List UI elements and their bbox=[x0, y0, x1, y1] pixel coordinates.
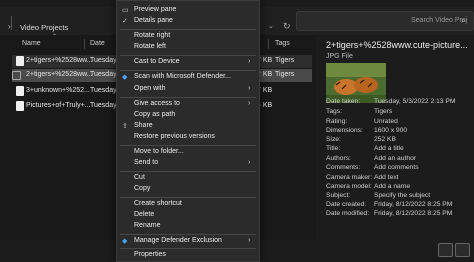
menu-item-open-with[interactable]: Open with › bbox=[117, 84, 259, 96]
property-label: Date modified: bbox=[326, 210, 370, 217]
details-view-button[interactable] bbox=[438, 243, 453, 257]
property-value[interactable]: Add text bbox=[374, 174, 399, 181]
menu-item-manage-defender[interactable]: ◆ Manage Defender Exclusion › bbox=[117, 236, 259, 248]
property-value[interactable]: Add an author bbox=[374, 155, 416, 162]
property-label: Authors: bbox=[326, 155, 351, 162]
file-name: 2+tigers+%2528ww... bbox=[26, 71, 93, 78]
property-value[interactable]: Unrated bbox=[374, 118, 398, 125]
chevron-right-icon: › bbox=[248, 159, 251, 166]
menu-item-rename[interactable]: Rename bbox=[117, 221, 259, 233]
property-value[interactable]: Tuesday, 5/3/2022 2:13 PM bbox=[374, 98, 455, 105]
checkbox[interactable] bbox=[12, 71, 21, 80]
details-file-type: JPG File bbox=[326, 53, 353, 60]
defender-shield-icon: ◆ bbox=[122, 238, 128, 245]
file-name: 2+tigers+%2528ww... bbox=[26, 57, 93, 64]
file-tags: Tigers bbox=[275, 71, 295, 78]
property-label: Date taken: bbox=[326, 98, 361, 105]
file-name: Pictures+of+Truly+... bbox=[26, 102, 91, 109]
tiles-view-button[interactable] bbox=[455, 243, 470, 257]
menu-separator bbox=[120, 29, 256, 30]
menu-separator bbox=[120, 97, 256, 98]
image-file-icon bbox=[16, 86, 24, 96]
image-file-icon bbox=[16, 56, 24, 66]
context-menu: ▭ Preview pane ✓ Details pane Rotate rig… bbox=[116, 0, 260, 262]
property-label: Rating: bbox=[326, 118, 348, 125]
details-pane: 2+tigers+%2528www.cute-picture... JPG Fi… bbox=[316, 35, 474, 260]
menu-item-scan-defender[interactable]: ◆ Scan with Microsoft Defender... bbox=[117, 72, 259, 84]
chevron-right-icon: › bbox=[248, 58, 251, 65]
menu-separator bbox=[120, 197, 256, 198]
refresh-icon[interactable]: ↻ bbox=[283, 21, 291, 32]
property-label: Date created: bbox=[326, 201, 367, 208]
checkmark-icon: ✓ bbox=[122, 18, 128, 25]
menu-separator bbox=[120, 234, 256, 235]
chevron-right-icon: › bbox=[248, 85, 251, 92]
menu-separator bbox=[120, 145, 256, 146]
column-divider[interactable] bbox=[268, 39, 269, 49]
menu-item-properties[interactable]: Properties bbox=[117, 250, 259, 262]
menu-item-restore-versions[interactable]: Restore previous versions bbox=[117, 132, 259, 144]
property-label: Title: bbox=[326, 145, 341, 152]
preview-pane-icon: ▭ bbox=[122, 7, 129, 14]
property-label: Subject: bbox=[326, 192, 351, 199]
share-icon: ⇪ bbox=[122, 123, 128, 130]
chevron-right-icon: › bbox=[248, 237, 251, 244]
file-date: Tuesday, bbox=[90, 57, 119, 64]
search-placeholder: Search Video Proj bbox=[411, 17, 468, 24]
menu-separator bbox=[120, 171, 256, 172]
menu-item-rotate-left[interactable]: Rotate left bbox=[117, 42, 259, 54]
file-date: Tuesday, bbox=[90, 87, 119, 94]
property-label: Camera model: bbox=[326, 183, 372, 190]
property-label: Size: bbox=[326, 136, 341, 143]
property-value[interactable]: Add a name bbox=[374, 183, 410, 190]
chevron-down-icon[interactable]: ⌄ bbox=[268, 22, 274, 30]
property-value[interactable]: Tigers bbox=[374, 108, 392, 115]
menu-separator bbox=[120, 70, 256, 71]
property-value: Friday, 8/12/2022 8:25 PM bbox=[374, 210, 453, 217]
file-date: Tuesday, bbox=[90, 71, 119, 78]
image-thumbnail bbox=[326, 63, 386, 103]
sort-up-icon: ⌃ bbox=[52, 34, 58, 40]
menu-item-copy[interactable]: Copy bbox=[117, 184, 259, 196]
column-header-name[interactable]: Name bbox=[22, 40, 41, 47]
column-header-date[interactable]: Date bbox=[90, 40, 105, 47]
column-divider[interactable] bbox=[84, 39, 85, 49]
property-label: Camera maker: bbox=[326, 174, 373, 181]
chevron-right-icon[interactable]: › bbox=[8, 22, 11, 31]
property-label: Tags: bbox=[326, 108, 342, 115]
search-icon[interactable]: ⌕ bbox=[461, 16, 465, 26]
menu-item-cast-to-device[interactable]: Cast to Device › bbox=[117, 57, 259, 69]
menu-item-details-pane[interactable]: ✓ Details pane bbox=[117, 16, 259, 28]
property-value: Friday, 8/12/2022 8:25 PM bbox=[374, 201, 453, 208]
search-input[interactable]: Search Video Proj ⌕ bbox=[296, 11, 474, 31]
view-toggle bbox=[438, 243, 470, 257]
column-header-tags[interactable]: Tags bbox=[275, 40, 290, 47]
divider bbox=[11, 16, 12, 30]
property-value[interactable]: Add comments bbox=[374, 164, 419, 171]
property-value: 1600 x 900 bbox=[374, 127, 408, 134]
image-file-icon bbox=[16, 101, 24, 111]
property-value[interactable]: Add a title bbox=[374, 145, 404, 152]
file-name: 3+unknown+%252... bbox=[26, 87, 90, 94]
address-path[interactable]: Video Projects bbox=[20, 23, 68, 32]
menu-separator bbox=[120, 248, 256, 249]
details-title: 2+tigers+%2528www.cute-picture... bbox=[326, 40, 468, 50]
menu-separator bbox=[120, 55, 256, 56]
property-label: Dimensions: bbox=[326, 127, 363, 134]
property-value: 252 KB bbox=[374, 136, 396, 143]
defender-shield-icon: ◆ bbox=[122, 74, 128, 81]
menu-item-send-to[interactable]: Send to › bbox=[117, 158, 259, 170]
property-value[interactable]: Specify the subject bbox=[374, 192, 430, 199]
property-label: Comments: bbox=[326, 164, 361, 171]
file-date: Tuesday, bbox=[90, 102, 119, 109]
file-tags: Tigers bbox=[275, 57, 295, 64]
chevron-right-icon: › bbox=[248, 100, 251, 107]
